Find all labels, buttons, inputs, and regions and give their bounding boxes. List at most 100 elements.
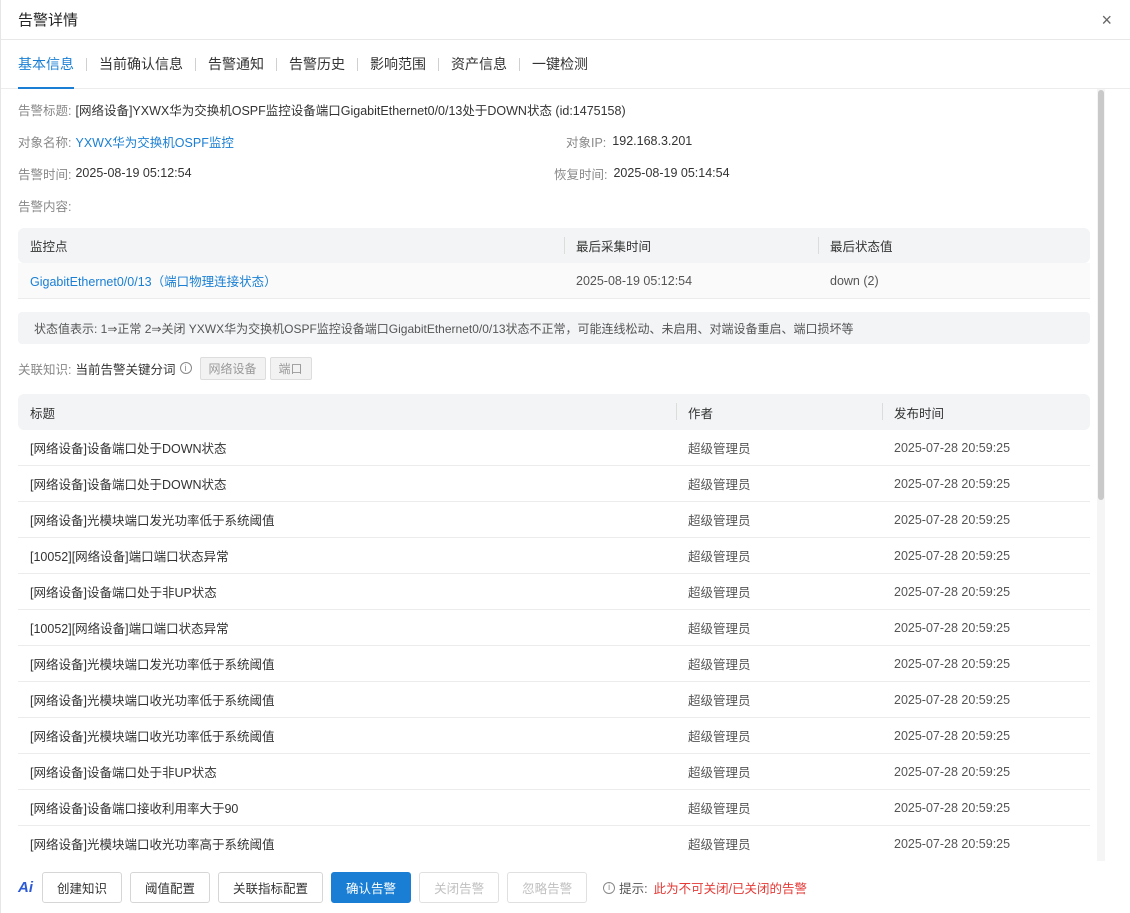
knowledge-title[interactable]: [10052][网络设备]端口端口状态异常 <box>18 610 676 645</box>
alarm-time-value: 2025-08-19 05:12:54 <box>75 166 192 180</box>
knowledge-publish-time: 2025-07-28 20:59:25 <box>894 584 1011 599</box>
tip-label: 提示: <box>619 882 648 896</box>
threshold-config-button[interactable]: 阈值配置 <box>130 872 211 903</box>
keyword-tag[interactable]: 网络设备 <box>199 356 266 380</box>
header-publish-time: 发布时间 <box>882 394 1090 430</box>
object-name-label: 对象名称: <box>18 135 72 150</box>
alarm-detail-dialog: 告警详情 × 基本信息 当前确认信息 告警通知 告警历史 影响范围 资产信息 一… <box>0 0 1130 913</box>
table-row[interactable]: [网络设备]设备端口处于非UP状态 超级管理员 2025-07-28 20:59:2… <box>18 754 1090 790</box>
knowledge-publish-time: 2025-07-28 20:59:25 <box>894 440 1011 455</box>
object-name-link[interactable]: YXWX华为交换机OSPF监控 <box>75 132 233 151</box>
recover-time-value: 2025-08-19 05:14:54 <box>613 166 730 180</box>
tab-divider <box>357 57 358 71</box>
object-ip-row: 对象IP: 192.168.3.201 <box>566 131 692 151</box>
tip-warning: 此为不可关闭/已关闭的告警 <box>653 882 808 896</box>
knowledge-table-header: 标题 作者 发布时间 <box>18 394 1090 430</box>
close-alarm-button[interactable]: 关闭告警 <box>419 872 500 903</box>
knowledge-title[interactable]: [网络设备]设备端口处于DOWN状态 <box>18 430 676 465</box>
knowledge-author: 超级管理员 <box>688 586 751 600</box>
knowledge-title[interactable]: [网络设备]光模块端口收光功率低于系统阈值 <box>18 682 676 717</box>
keyword-tag[interactable]: 端口 <box>269 356 312 380</box>
close-icon[interactable]: × <box>1101 11 1112 29</box>
create-knowledge-button[interactable]: 创建知识 <box>42 872 123 903</box>
info-icon: i <box>603 881 616 894</box>
dialog-title: 告警详情 <box>18 12 79 29</box>
knowledge-label: 关联知识: <box>18 362 72 377</box>
knowledge-author: 超级管理员 <box>688 838 751 852</box>
knowledge-publish-time: 2025-07-28 20:59:25 <box>894 728 1011 743</box>
knowledge-author: 超级管理员 <box>688 766 751 780</box>
knowledge-title[interactable]: [10052][网络设备]端口端口状态异常 <box>18 538 676 573</box>
tab-alarm-notify[interactable]: 告警通知 <box>208 40 264 89</box>
knowledge-publish-time: 2025-07-28 20:59:25 <box>894 620 1011 635</box>
knowledge-author: 超级管理员 <box>688 802 751 816</box>
header-title: 标题 <box>30 406 56 421</box>
header-last-status: 最后状态值 <box>818 228 1090 263</box>
last-collect-time: 2025-08-19 05:12:54 <box>576 273 693 288</box>
monitor-table-header: 监控点 最后采集时间 最后状态值 <box>18 228 1090 263</box>
alarm-content-label: 告警内容: <box>18 199 72 214</box>
knowledge-author: 超级管理员 <box>688 442 751 456</box>
tab-basic-info[interactable]: 基本信息 <box>18 40 74 89</box>
knowledge-publish-time: 2025-07-28 20:59:25 <box>894 656 1011 671</box>
tab-current-confirm[interactable]: 当前确认信息 <box>99 40 183 89</box>
knowledge-publish-time: 2025-07-28 20:59:25 <box>894 548 1011 563</box>
table-row[interactable]: [网络设备]设备端口处于非UP状态 超级管理员 2025-07-28 20:59:2… <box>18 574 1090 610</box>
table-row[interactable]: [10052][网络设备]端口端口状态异常 超级管理员 2025-07-28 20:… <box>18 538 1090 574</box>
knowledge-author: 超级管理员 <box>688 550 751 564</box>
alarm-title-row: 告警标题: [网络设备]YXWX华为交换机OSPF监控设备端口GigabitEt… <box>18 99 626 119</box>
knowledge-title[interactable]: [网络设备]光模块端口收光功率高于系统阈值 <box>18 826 676 861</box>
table-row: GigabitEthernet0/0/13（端口物理连接状态） 2025-08-… <box>18 263 1090 299</box>
alarm-title-value: [网络设备]YXWX华为交换机OSPF监控设备端口GigabitEthernet… <box>75 103 626 118</box>
table-row[interactable]: [网络设备]设备端口接收利用率大于90 超级管理员 2025-07-28 20:59… <box>18 790 1090 826</box>
table-row[interactable]: [10052][网络设备]端口端口状态异常 超级管理员 2025-07-28 20:… <box>18 610 1090 646</box>
confirm-alarm-button[interactable]: 确认告警 <box>331 872 412 903</box>
monitor-table: 监控点 最后采集时间 最后状态值 GigabitEthernet0/0/13（端… <box>18 228 1090 299</box>
header-last-collect-time: 最后采集时间 <box>564 228 818 263</box>
knowledge-title[interactable]: [网络设备]设备端口处于非UP状态 <box>18 754 676 789</box>
knowledge-publish-time: 2025-07-28 20:59:25 <box>894 800 1011 815</box>
tab-divider <box>438 57 439 71</box>
info-icon[interactable]: i <box>179 362 192 374</box>
dialog-footer: Ai 创建知识 阈值配置 关联指标配置 确认告警 关闭告警 忽略告警 i 提示:… <box>1 862 1130 913</box>
alarm-time-label: 告警时间: <box>18 167 72 182</box>
scrollbar-thumb[interactable] <box>1098 90 1104 500</box>
knowledge-publish-time: 2025-07-28 20:59:25 <box>894 692 1011 707</box>
knowledge-author: 超级管理员 <box>688 730 751 744</box>
related-metric-config-button[interactable]: 关联指标配置 <box>218 872 324 903</box>
ignore-alarm-button[interactable]: 忽略告警 <box>507 872 588 903</box>
monitor-point-link[interactable]: GigabitEthernet0/0/13（端口物理连接状态） <box>18 263 564 298</box>
table-row[interactable]: [网络设备]设备端口处于DOWN状态 超级管理员 2025-07-28 20:59:… <box>18 466 1090 502</box>
knowledge-author: 超级管理员 <box>688 514 751 528</box>
dialog-header: 告警详情 × <box>1 0 1130 40</box>
keyword-label: 当前告警关键分词 <box>75 362 176 377</box>
alarm-time-row: 告警时间: 2025-08-19 05:12:54 <box>18 163 192 183</box>
knowledge-author: 超级管理员 <box>688 658 751 672</box>
tab-divider <box>519 57 520 71</box>
table-row[interactable]: [网络设备]光模块端口收光功率高于系统阈值 超级管理员 2025-07-28 20:… <box>18 826 1090 861</box>
header-author: 作者 <box>676 394 882 430</box>
table-row[interactable]: [网络设备]光模块端口收光功率低于系统阈值 超级管理员 2025-07-28 20:… <box>18 682 1090 718</box>
knowledge-author: 超级管理员 <box>688 478 751 492</box>
ai-logo-icon[interactable]: Ai <box>18 879 42 896</box>
knowledge-title[interactable]: [网络设备]光模块端口发光功率低于系统阈值 <box>18 646 676 681</box>
header-monitor-point: 监控点 <box>30 240 68 254</box>
knowledge-title[interactable]: [网络设备]设备端口接收利用率大于90 <box>18 790 676 825</box>
tab-asset-info[interactable]: 资产信息 <box>451 40 507 89</box>
knowledge-author: 超级管理员 <box>688 622 751 636</box>
tab-alarm-history[interactable]: 告警历史 <box>289 40 345 89</box>
object-ip-value: 192.168.3.201 <box>612 134 693 148</box>
table-row[interactable]: [网络设备]光模块端口发光功率低于系统阈值 超级管理员 2025-07-28 20:… <box>18 646 1090 682</box>
knowledge-title[interactable]: [网络设备]光模块端口收光功率低于系统阈值 <box>18 718 676 753</box>
tab-impact-scope[interactable]: 影响范围 <box>370 40 426 89</box>
knowledge-title[interactable]: [网络设备]设备端口处于非UP状态 <box>18 574 676 609</box>
knowledge-table-body: [网络设备]设备端口处于DOWN状态 超级管理员 2025-07-28 20:59:… <box>18 430 1090 861</box>
knowledge-title[interactable]: [网络设备]设备端口处于DOWN状态 <box>18 466 676 501</box>
tab-one-click-check[interactable]: 一键检测 <box>532 40 588 89</box>
table-row[interactable]: [网络设备]设备端口处于DOWN状态 超级管理员 2025-07-28 20:59:… <box>18 430 1090 466</box>
object-name-row: 对象名称: YXWX华为交换机OSPF监控 <box>18 131 234 151</box>
alarm-content-row: 告警内容: <box>18 195 71 215</box>
knowledge-title[interactable]: [网络设备]光模块端口发光功率低于系统阈值 <box>18 502 676 537</box>
table-row[interactable]: [网络设备]光模块端口收光功率低于系统阈值 超级管理员 2025-07-28 20:… <box>18 718 1090 754</box>
table-row[interactable]: [网络设备]光模块端口发光功率低于系统阈值 超级管理员 2025-07-28 20:… <box>18 502 1090 538</box>
